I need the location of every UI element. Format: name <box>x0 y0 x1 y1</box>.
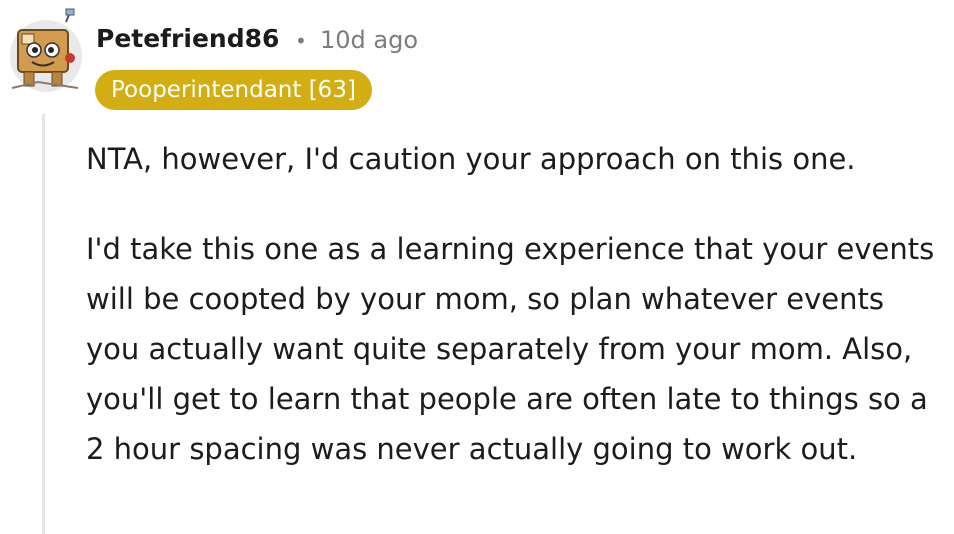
meta-separator: • <box>295 29 307 53</box>
comment-paragraph: I'd take this one as a learning experien… <box>86 232 935 466</box>
robot-avatar-icon <box>10 8 82 92</box>
comment-paragraph: NTA, however, I'd caution your approach … <box>86 142 856 176</box>
user-avatar[interactable] <box>8 8 86 98</box>
comment-body: NTA, however, I'd caution your approach … <box>86 134 946 474</box>
user-flair-badge: Pooperintendant [63] <box>95 70 372 110</box>
comment-author-link[interactable]: Petefriend86 <box>96 24 279 53</box>
comment-timestamp[interactable]: 10d ago <box>320 26 418 54</box>
thread-collapse-line[interactable] <box>42 114 45 534</box>
